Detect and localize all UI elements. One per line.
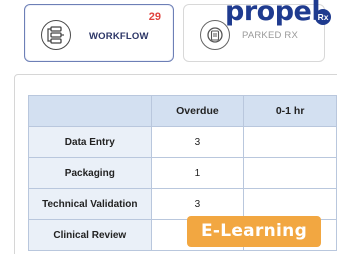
column-header-overdue: Overdue xyxy=(150,95,245,127)
screen: WORKFLOW 29 PARKED RX propel Rx Overdue … xyxy=(0,0,337,254)
row-label-packaging: Packaging xyxy=(28,157,152,189)
row-label-technical-validation: Technical Validation xyxy=(28,188,152,220)
cell-technical-validation-overdue[interactable]: 3 xyxy=(150,188,245,220)
e-learning-badge: E-Learning xyxy=(187,216,321,247)
table-header-row: Overdue 0-1 hr xyxy=(28,95,337,127)
cell-packaging-0-1-hr[interactable] xyxy=(243,157,337,189)
tab-workflow-label: WORKFLOW xyxy=(89,31,149,42)
cell-packaging-overdue[interactable]: 1 xyxy=(150,157,245,189)
cell-data-entry-overdue[interactable]: 3 xyxy=(150,126,245,158)
cell-technical-validation-0-1-hr[interactable] xyxy=(243,188,337,220)
tab-workflow[interactable]: WORKFLOW 29 xyxy=(24,4,174,62)
row-label-data-entry: Data Entry xyxy=(28,126,152,158)
propel-logo: propel xyxy=(225,0,321,27)
workflow-count-badge: 29 xyxy=(148,11,161,23)
table-row: Packaging 1 xyxy=(28,157,337,189)
table-row: Data Entry 3 xyxy=(28,126,337,158)
cell-data-entry-0-1-hr[interactable] xyxy=(243,126,337,158)
column-header-0-1-hr: 0-1 hr xyxy=(243,95,337,127)
table-corner-cell xyxy=(28,95,152,127)
tab-parked-rx-label: PARKED RX xyxy=(242,30,298,41)
propel-logo-rx-badge: Rx xyxy=(315,9,331,25)
row-label-clinical-review: Clinical Review xyxy=(28,219,152,251)
table-row: Technical Validation 3 xyxy=(28,188,337,220)
workflow-icon xyxy=(41,20,71,50)
